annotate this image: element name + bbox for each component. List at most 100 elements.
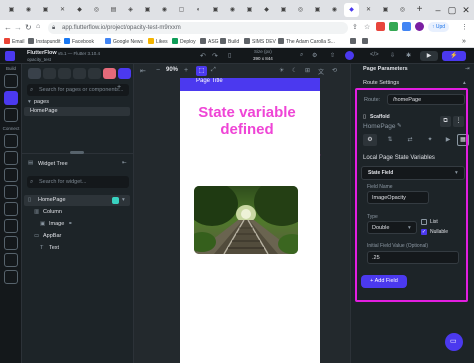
bookmark-item[interactable]: Instapundit	[28, 38, 60, 46]
browser-tab[interactable]: ▣	[276, 3, 291, 17]
menu-kebab-icon[interactable]: ⋮	[461, 23, 468, 31]
user-avatar[interactable]	[345, 51, 354, 60]
phone-device-icon[interactable]: ▯	[228, 52, 231, 59]
bug-icon[interactable]: ✱	[406, 52, 411, 59]
zoom-level[interactable]: 90%	[166, 67, 178, 73]
zoom-out-icon[interactable]: −	[156, 67, 160, 74]
dark-mode-icon[interactable]: ☾	[292, 67, 297, 74]
home-icon[interactable]: ⌂	[36, 23, 40, 30]
preview-button[interactable]: ▶	[420, 51, 438, 61]
run-button[interactable]: ⚡	[442, 51, 466, 61]
reload-icon[interactable]: ↻	[25, 23, 32, 32]
browser-tab[interactable]: ▣	[310, 3, 325, 17]
chevron-down-icon[interactable]: ▾	[122, 197, 125, 203]
page-icon[interactable]	[28, 68, 41, 79]
bookmark-item[interactable]	[350, 38, 358, 46]
zoom-in-icon[interactable]: +	[184, 67, 188, 74]
color-theme-icon[interactable]	[103, 68, 116, 79]
custom-code-icon[interactable]	[4, 185, 18, 199]
collapse-right-icon[interactable]: ⇥	[465, 66, 470, 72]
tree-row-column[interactable]: ▥ Column	[24, 208, 130, 218]
new-tab-plus-icon[interactable]: +	[412, 3, 427, 17]
chevron-up-icon[interactable]: ▴	[463, 80, 466, 86]
widget-palette-icon[interactable]	[4, 74, 18, 88]
widget-tree-icon[interactable]	[4, 91, 18, 105]
component-icon[interactable]	[73, 68, 86, 79]
bookmark-item[interactable]: SIMS DEV	[244, 38, 276, 46]
browser-tab[interactable]: ◉	[225, 3, 240, 17]
browser-tab[interactable]: ✕	[361, 3, 376, 17]
browser-tab-active[interactable]: ◆	[344, 3, 359, 17]
tree-row-image[interactable]: ▣ Image ⚭	[24, 220, 130, 230]
tree-row-appbar[interactable]: ▭ AppBar	[24, 232, 130, 242]
folder-chevron-icon[interactable]: ▾	[28, 99, 31, 105]
back-arrow-icon[interactable]: ←	[4, 23, 12, 32]
browser-tab[interactable]: ▣	[4, 3, 19, 17]
phone-app-bar[interactable]: Page Title	[180, 78, 320, 91]
select-mode-icon[interactable]: ⬚	[196, 66, 207, 76]
browser-tab[interactable]: ◎	[89, 3, 104, 17]
download-icon[interactable]: ⇩	[390, 52, 395, 59]
tree-row-text[interactable]: T Text	[24, 244, 130, 254]
profile-avatar[interactable]	[415, 22, 424, 31]
railway-track-image[interactable]	[194, 186, 298, 254]
bookmark-item[interactable]: The Adam Carolla S...	[278, 38, 335, 46]
route-settings-header[interactable]: Route Settings	[363, 80, 399, 86]
browser-tab[interactable]: ◆	[259, 3, 274, 17]
fit-screen-icon[interactable]: ⤢	[211, 67, 216, 74]
widget-search-input[interactable]: ⌕ Search for widget...	[27, 176, 129, 188]
browser-tab[interactable]: ▢	[174, 3, 189, 17]
minimize-window-icon[interactable]: –	[432, 4, 444, 16]
resize-handle[interactable]	[70, 151, 84, 154]
bookmark-item[interactable]: Email	[4, 38, 25, 46]
address-bar[interactable]: 🔒︎ app.flutterflow.io/project/opacity-te…	[48, 22, 348, 34]
browser-tab[interactable]: ✕	[55, 3, 70, 17]
video-icon[interactable]	[88, 68, 101, 79]
update-button[interactable]: ↑ Upd	[428, 22, 450, 32]
settings-gear-icon[interactable]: ⚙	[312, 52, 317, 59]
add-field-button[interactable]: + Add Field	[361, 275, 407, 288]
extension-icon[interactable]	[389, 22, 398, 31]
collapse-panel-icon[interactable]: ⇤	[122, 160, 127, 166]
browser-tab[interactable]: ◈	[123, 3, 138, 17]
code-icon[interactable]: </>	[370, 52, 379, 58]
bookmark-item[interactable]: Facebook	[64, 38, 94, 46]
browser-tab[interactable]: ◉	[327, 3, 342, 17]
bookmark-item[interactable]: ASG	[200, 38, 219, 46]
browser-tab[interactable]: ◆	[72, 3, 87, 17]
chat-support-button[interactable]: ▭	[445, 333, 463, 351]
folder-icon[interactable]	[43, 68, 56, 79]
bookmark-item[interactable]: Deploy	[172, 38, 196, 46]
light-mode-icon[interactable]: ☀	[279, 67, 284, 74]
redo-icon[interactable]: ↷	[212, 52, 218, 60]
storyboard-icon[interactable]	[4, 108, 18, 122]
media-assets-icon[interactable]	[4, 219, 18, 233]
page-search-input[interactable]: ⌕ Search for pages or components...	[27, 84, 129, 96]
browser-tab[interactable]: ▤	[106, 3, 121, 17]
theme-icon[interactable]	[4, 202, 18, 216]
cloud-functions-icon[interactable]	[4, 236, 18, 250]
api-calls-icon[interactable]	[4, 151, 18, 165]
forward-arrow-icon[interactable]: →	[14, 23, 22, 32]
bookmark-item[interactable]: Google News	[105, 38, 143, 46]
settings-icon[interactable]	[4, 270, 18, 284]
share-icon[interactable]: ⇧	[330, 52, 335, 59]
rotate-icon[interactable]: ⟲	[332, 67, 337, 74]
bookmark-item[interactable]: Build	[220, 38, 239, 46]
share-icon[interactable]: ⇪	[352, 23, 358, 31]
browser-tab[interactable]: ▣	[38, 3, 53, 17]
extension-icon[interactable]	[376, 22, 385, 31]
browser-tab[interactable]: ◐	[191, 3, 206, 17]
close-window-icon[interactable]: ✕	[460, 4, 472, 16]
undo-icon[interactable]: ↶	[200, 52, 206, 60]
collapse-left-icon[interactable]: ⇤	[140, 67, 146, 75]
browser-tab[interactable]: ◉	[157, 3, 172, 17]
language-icon[interactable]: 文	[318, 67, 324, 76]
tree-row-homepage[interactable]: ▯ HomePage ▾	[24, 195, 130, 206]
browser-tab[interactable]: ◎	[395, 3, 410, 17]
bookmarks-overflow-icon[interactable]: »	[462, 38, 466, 46]
browser-tab[interactable]: ▣	[140, 3, 155, 17]
maximize-window-icon[interactable]: ▢	[446, 4, 458, 16]
browser-tab[interactable]: ◎	[293, 3, 308, 17]
shield-icon[interactable]	[118, 68, 131, 79]
